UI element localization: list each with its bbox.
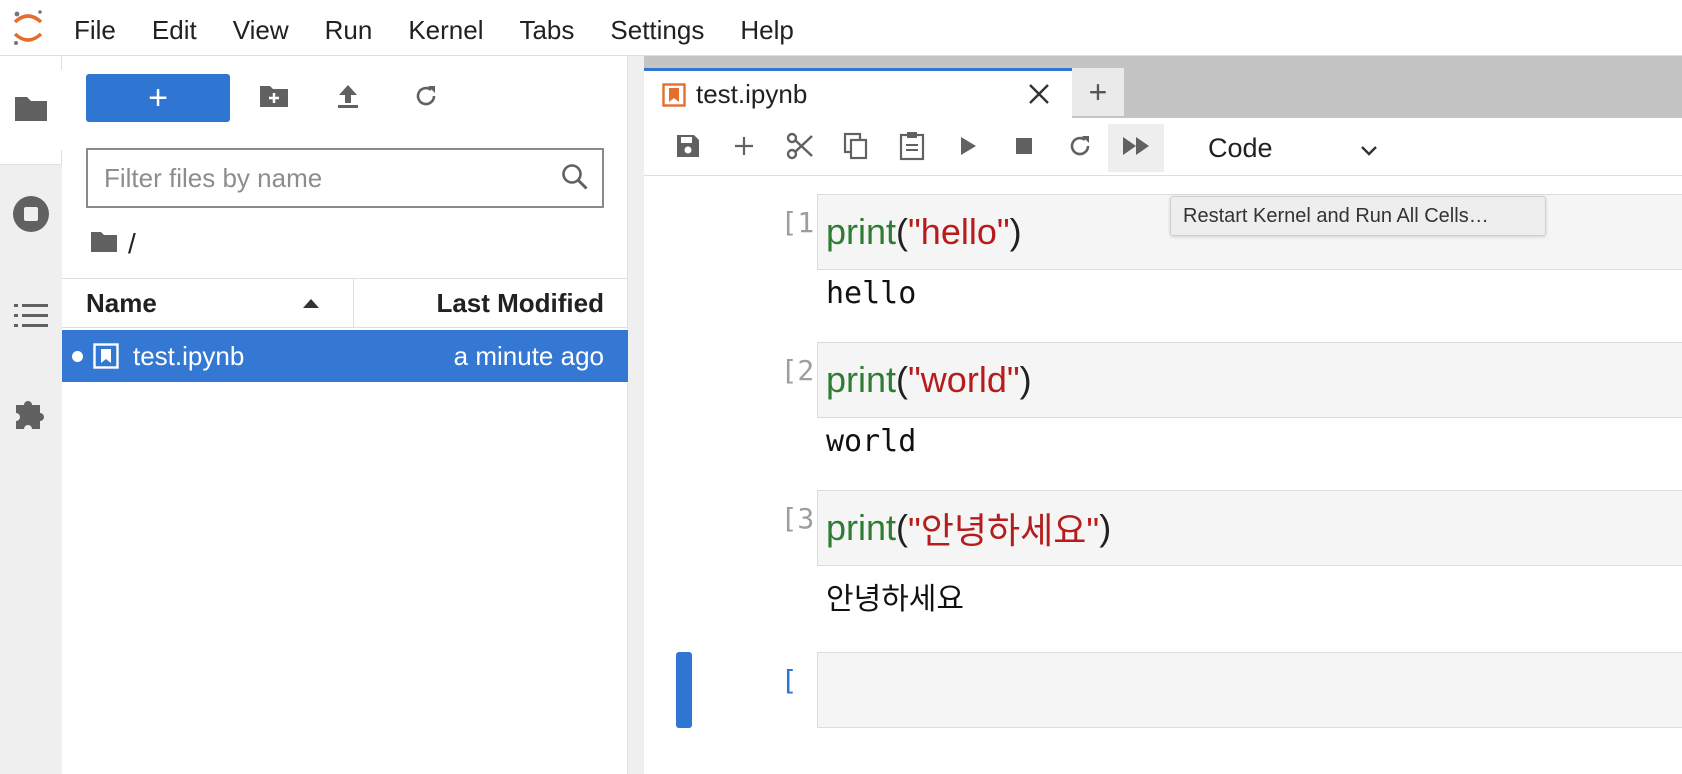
file-list-header: Name Last Modified: [62, 278, 628, 328]
tab-label: test.ipynb: [696, 79, 808, 109]
stop-circle-icon: [12, 195, 50, 238]
code-paren: ): [1009, 211, 1022, 252]
cell-output: 안녕하세요: [826, 582, 964, 617]
breadcrumb-root[interactable]: /: [128, 228, 136, 260]
filter-files-input[interactable]: [104, 162, 544, 194]
notebook-area: test.ipynb + Code [1]: print ("hello")…: [644, 56, 1682, 774]
code-paren: ): [1099, 507, 1112, 548]
breadcrumb: /: [90, 224, 136, 264]
file-browser-toolbar: +: [62, 56, 628, 138]
last-modified-column-header[interactable]: Last Modified: [354, 279, 628, 327]
menu-bar: File Edit View Run Kernel Tabs Settings …: [0, 0, 1682, 56]
refresh-icon: [1067, 133, 1093, 164]
clipboard-icon: [899, 131, 925, 166]
code-paren: ): [1019, 359, 1032, 400]
copy-cell-button[interactable]: [828, 124, 884, 172]
file-browser-panel: + Filter files by name / Name Last Modif…: [62, 56, 628, 774]
active-cell-indicator: [676, 652, 692, 728]
extension-manager-tab[interactable]: [0, 376, 62, 456]
menu-settings[interactable]: Settings: [592, 0, 722, 56]
notebook-icon: [93, 343, 119, 369]
chevron-down-icon: [1358, 138, 1380, 169]
notebook-icon: [662, 82, 686, 107]
code-paren: (: [896, 211, 909, 252]
tab-test-ipynb[interactable]: test.ipynb: [644, 68, 1072, 118]
search-icon: [560, 162, 590, 197]
home-folder-icon[interactable]: [90, 228, 118, 260]
new-folder-button[interactable]: [254, 78, 294, 118]
toolbar-tooltip: Restart Kernel and Run All Cells…: [1170, 196, 1546, 236]
new-folder-icon: [259, 84, 289, 113]
code-paren: (: [896, 359, 909, 400]
cell-output: hello: [826, 276, 917, 311]
cell-editor[interactable]: print("world"): [817, 342, 1682, 418]
restart-run-all-button[interactable]: [1108, 124, 1164, 172]
restart-kernel-button[interactable]: [1052, 124, 1108, 172]
document-tab-bar: test.ipynb +: [644, 56, 1682, 118]
menu-tabs[interactable]: Tabs: [501, 0, 592, 56]
insert-cell-button[interactable]: [716, 124, 772, 172]
menu-file[interactable]: File: [56, 0, 134, 56]
name-column-label: Name: [86, 287, 157, 318]
save-button[interactable]: [660, 124, 716, 172]
last-modified-column-label: Last Modified: [436, 287, 604, 318]
close-icon[interactable]: [1026, 81, 1052, 114]
list-icon: [14, 303, 48, 334]
cell-editor[interactable]: [817, 652, 1682, 728]
code-string: "hello": [908, 211, 1010, 252]
jupyterlab-app: File Edit View Run Kernel Tabs Settings …: [0, 0, 1682, 774]
jupyter-logo-icon: [0, 0, 56, 56]
file-browser-tab[interactable]: [0, 70, 62, 150]
folder-icon: [13, 93, 49, 128]
panel-splitter[interactable]: [628, 56, 644, 774]
fast-forward-icon: [1121, 135, 1151, 162]
cell-editor[interactable]: print("안녕하세요"): [817, 490, 1682, 566]
code-keyword: print: [826, 507, 897, 548]
menu-edit[interactable]: Edit: [134, 0, 215, 56]
code-paren: (: [896, 507, 909, 548]
name-column-header[interactable]: Name: [62, 279, 354, 327]
activity-divider: [0, 164, 62, 165]
file-list-item[interactable]: test.ipynb a minute ago: [62, 330, 628, 382]
code-keyword: print: [826, 359, 897, 400]
code-keyword: print: [826, 211, 897, 252]
code-string: "world": [908, 359, 1020, 400]
run-cell-button[interactable]: [940, 124, 996, 172]
paste-cell-button[interactable]: [884, 124, 940, 172]
scissors-icon: [786, 132, 814, 165]
new-launcher-button[interactable]: +: [86, 74, 230, 122]
menu-view[interactable]: View: [215, 0, 307, 56]
refresh-button[interactable]: [406, 78, 446, 118]
file-name: test.ipynb: [133, 340, 245, 371]
upload-button[interactable]: [328, 78, 368, 118]
code-string: "안녕하세요": [908, 510, 1100, 551]
running-sessions-tab[interactable]: [0, 176, 62, 256]
left-activity-bar: [0, 56, 62, 774]
cut-cell-button[interactable]: [772, 124, 828, 172]
filter-files-field[interactable]: [86, 148, 604, 208]
cell-output: world: [826, 424, 917, 459]
puzzle-piece-icon: [12, 395, 50, 438]
table-of-contents-tab[interactable]: [0, 278, 62, 358]
plus-icon: [732, 134, 756, 163]
upload-icon: [336, 83, 360, 114]
file-modified: a minute ago: [453, 340, 604, 371]
cell-type-select[interactable]: Code: [1208, 124, 1398, 172]
menu-kernel[interactable]: Kernel: [390, 0, 501, 56]
play-icon: [957, 135, 979, 162]
save-icon: [675, 133, 701, 164]
stop-icon: [1014, 136, 1034, 161]
menu-run[interactable]: Run: [307, 0, 391, 56]
refresh-icon: [413, 83, 439, 114]
notebook-toolbar: Code: [644, 118, 1682, 176]
new-tab-button[interactable]: +: [1072, 68, 1124, 116]
interrupt-kernel-button[interactable]: [996, 124, 1052, 172]
running-indicator-icon: [72, 350, 83, 362]
menu-help[interactable]: Help: [722, 0, 811, 56]
cell-type-value: Code: [1208, 132, 1273, 163]
sort-ascending-icon: [303, 299, 319, 308]
copy-icon: [843, 132, 869, 165]
